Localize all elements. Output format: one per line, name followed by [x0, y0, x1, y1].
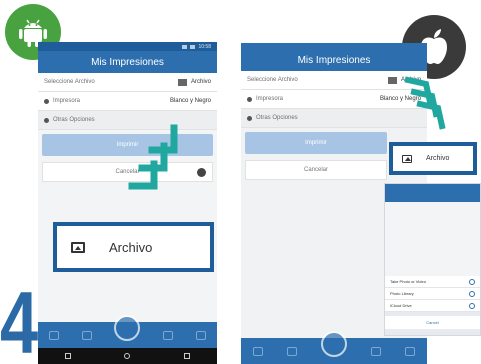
ios-cancel-label: Cancelar: [303, 167, 328, 173]
close-icon: [197, 168, 206, 177]
sheet-option-label: Photo Library: [390, 291, 414, 296]
ios-nav-bell-icon[interactable]: [405, 346, 415, 356]
sheet-option-camera[interactable]: Take Photo or Video: [385, 276, 480, 288]
ios-printer-label: Impresora: [256, 96, 284, 102]
android-bottom-nav: [38, 315, 217, 348]
android-status-bar: 10:58: [38, 42, 217, 51]
nav-history-icon[interactable]: [163, 330, 174, 340]
ios-gear-icon: [247, 115, 252, 121]
ios-bottom-nav: [241, 331, 427, 364]
ios-nav-print-fab[interactable]: [321, 331, 347, 357]
tutorial-stage: 4 10:58 Mis Impresiones Seleccione Archi…: [0, 0, 481, 364]
gallery-icon: [71, 241, 85, 253]
home-key-icon[interactable]: [124, 353, 131, 359]
ios-nav-upload-icon[interactable]: [287, 346, 297, 356]
ios-select-file-row[interactable]: Seleccione Archivo Archivo: [241, 71, 427, 90]
ios-other-options-label: Otras Opciones: [256, 115, 298, 121]
nav-bell-icon[interactable]: [195, 330, 206, 340]
select-file-row[interactable]: Seleccione Archivo Archivo: [38, 73, 217, 92]
ios-file-source-sheet: Take Photo or Video Photo Library iCloud…: [384, 183, 481, 336]
ios-printer-row[interactable]: Impresora Blanco y Negro: [241, 90, 427, 109]
photos-icon: [469, 290, 475, 297]
battery-icon: [190, 44, 196, 49]
printer-icon: [44, 98, 49, 104]
sheet-preview: [385, 202, 480, 276]
ios-print-button[interactable]: Imprimir: [245, 132, 387, 154]
nav-home-icon[interactable]: [49, 330, 60, 340]
ios-archivo-callout[interactable]: Archivo: [389, 142, 477, 175]
nav-print-fab[interactable]: [114, 315, 141, 341]
ios-cancel-button[interactable]: Cancelar: [245, 160, 387, 180]
sheet-header: [385, 184, 480, 202]
printer-value: Blanco y Negro: [169, 98, 211, 104]
android-archivo-callout[interactable]: Archivo: [53, 222, 214, 272]
ios-other-options-row[interactable]: Otras Opciones: [241, 109, 427, 128]
ios-gallery-icon: [387, 76, 397, 84]
sheet-option-label: Take Photo or Video: [390, 279, 426, 284]
ios-chevron-arrows-icon: [404, 76, 446, 130]
status-time: 10:58: [198, 43, 211, 50]
ios-app-title: Mis Impresiones: [241, 49, 427, 71]
ios-nav-history-icon[interactable]: [371, 346, 381, 356]
other-options-label: Otras Opciones: [53, 117, 95, 123]
ios-select-file-label: Seleccione Archivo: [247, 77, 298, 83]
nav-upload-icon[interactable]: [81, 330, 92, 340]
ios-archivo-callout-label: Archivo: [426, 155, 450, 162]
back-key-icon[interactable]: [64, 353, 71, 359]
android-chevron-arrows-icon: [128, 124, 178, 190]
step-number: 4: [0, 273, 38, 364]
archivo-callout-label: Archivo: [109, 239, 153, 255]
gallery-icon: [402, 154, 412, 163]
android-soft-keys: [38, 348, 217, 364]
select-file-value: Archivo: [190, 79, 211, 85]
gallery-icon: [177, 78, 187, 86]
sheet-option-icloud[interactable]: iCloud Drive: [385, 300, 480, 312]
ios-printer-icon: [247, 96, 252, 102]
cloud-icon: [469, 302, 475, 309]
ios-nav-home-icon[interactable]: [253, 346, 263, 356]
signal-icon: [182, 44, 188, 49]
gear-icon: [44, 117, 49, 123]
android-app-title: Mis Impresiones: [38, 51, 217, 73]
printer-row[interactable]: Impresora Blanco y Negro: [38, 92, 217, 111]
select-file-label: Seleccione Archivo: [44, 79, 95, 85]
sheet-cancel-button[interactable]: Cancel: [385, 316, 480, 329]
recents-key-icon[interactable]: [184, 353, 191, 359]
sheet-option-label: iCloud Drive: [390, 303, 412, 308]
printer-label: Impresora: [53, 98, 81, 104]
camera-icon: [469, 278, 475, 285]
sheet-option-library[interactable]: Photo Library: [385, 288, 480, 300]
